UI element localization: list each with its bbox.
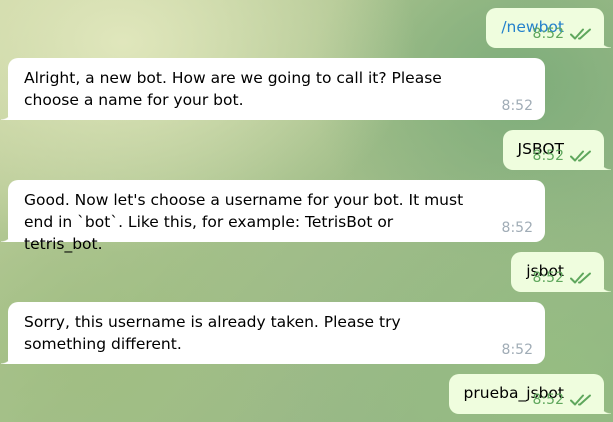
incoming-message[interactable]: Sorry, this username is already taken. P… (1, 302, 545, 364)
message-time: 8:52 (501, 98, 533, 114)
incoming-message[interactable]: Alright, a new bot. How are we going to … (1, 58, 545, 120)
message-text: Sorry, this username is already taken. P… (24, 313, 401, 353)
message-text: Good. Now let's choose a username for yo… (24, 191, 464, 253)
message-time: 8:52 (501, 342, 533, 358)
outgoing-message[interactable]: jsbot 8:52 (511, 252, 611, 292)
outgoing-message[interactable]: /newbot 8:52 (486, 8, 611, 48)
message-meta: 8:52 (502, 221, 533, 235)
message-meta: 8:52 (502, 99, 533, 113)
double-check-icon (570, 150, 591, 162)
outgoing-message[interactable]: prueba_jsbot 8:52 (448, 374, 612, 414)
double-check-icon (570, 28, 591, 40)
message-meta: 8:52 (502, 343, 533, 357)
message-time: 8:52 (532, 270, 564, 286)
message-meta: 8:52 (533, 27, 592, 41)
message-meta: 8:52 (533, 149, 592, 163)
message-time: 8:52 (532, 148, 564, 164)
message-time: 8:52 (532, 392, 564, 408)
message-meta: 8:52 (533, 271, 592, 285)
double-check-icon (570, 272, 591, 284)
chat-history: /newbot 8:52 Alright, a new bot. How are… (0, 0, 613, 422)
message-time: 8:52 (501, 220, 533, 236)
message-time: 8:52 (532, 26, 564, 42)
message-meta: 8:52 (533, 393, 592, 407)
incoming-message[interactable]: Good. Now let's choose a username for yo… (1, 180, 545, 253)
outgoing-message[interactable]: JSBOT 8:52 (502, 130, 612, 170)
double-check-icon (570, 394, 591, 406)
message-text: Alright, a new bot. How are we going to … (24, 69, 442, 109)
